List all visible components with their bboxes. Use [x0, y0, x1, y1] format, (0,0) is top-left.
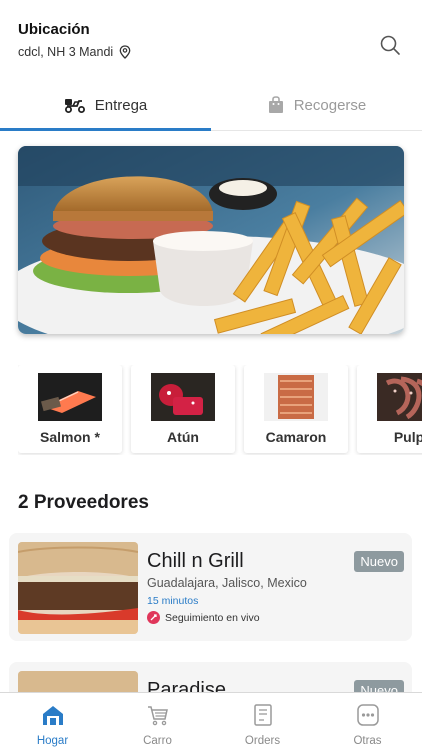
- shopping-bag-icon: [268, 96, 283, 113]
- providers-section-title: 2 Proveedores: [18, 492, 149, 513]
- category-label: Camaron: [265, 429, 327, 445]
- shrimp-thumbnail: [264, 373, 328, 421]
- tab-recogerse-label: Recogerse: [293, 96, 367, 114]
- location-address: cdcl, NH 3 Mandi: [18, 45, 114, 59]
- category-label: Salmon *: [40, 429, 100, 445]
- octopus-thumbnail: [377, 373, 422, 421]
- more-icon: [357, 704, 379, 726]
- home-icon: [43, 706, 63, 725]
- provider-address: Guadalajara, Jalisco, Mexico: [147, 576, 307, 590]
- tab-recogerse[interactable]: Recogerse: [211, 80, 422, 130]
- category-salmon[interactable]: Salmon *: [18, 365, 122, 453]
- live-tracking-label: Seguimiento en vivo: [165, 611, 260, 624]
- provider-card[interactable]: Chill n Grill Guadalajara, Jalisco, Mexi…: [9, 533, 412, 641]
- salmon-thumbnail: [38, 373, 102, 421]
- nav-hogar[interactable]: Hogar: [0, 693, 105, 750]
- nav-label: Orders: [244, 735, 281, 747]
- nav-label: Hogar: [36, 735, 69, 747]
- category-carousel[interactable]: Salmon * Atún Camaron Pulp: [18, 365, 422, 455]
- category-label: Pulp: [393, 429, 422, 445]
- promo-banner[interactable]: [18, 146, 404, 334]
- category-pulpo[interactable]: Pulp: [357, 365, 422, 453]
- location-title: Ubicación: [18, 21, 90, 38]
- bottom-navigation: Hogar Carro Orders Otras: [0, 692, 422, 750]
- burger-fries-image: [18, 146, 404, 334]
- tuna-thumbnail: [151, 373, 215, 421]
- tab-entrega[interactable]: Entrega: [0, 80, 211, 130]
- cart-icon: [148, 706, 168, 726]
- burger-thumbnail: [18, 542, 138, 634]
- nav-otras[interactable]: Otras: [315, 693, 420, 750]
- nav-carro[interactable]: Carro: [105, 693, 210, 750]
- category-camaron[interactable]: Camaron: [244, 365, 348, 453]
- delivery-mode-tabs: Entrega Recogerse: [0, 80, 422, 131]
- scooter-icon: [64, 99, 85, 113]
- live-tracking-icon: [147, 611, 160, 624]
- location-header: Ubicación cdcl, NH 3 Mandi: [0, 0, 422, 78]
- nav-label: Carro: [143, 735, 172, 747]
- provider-delivery-time: 15 minutos: [147, 595, 199, 607]
- location-selector[interactable]: cdcl, NH 3 Mandi: [18, 45, 131, 59]
- category-atun[interactable]: Atún: [131, 365, 235, 453]
- nav-orders[interactable]: Orders: [210, 693, 315, 750]
- provider-live-tracking: Seguimiento en vivo: [147, 611, 260, 624]
- search-icon[interactable]: [378, 33, 402, 57]
- provider-name: Chill n Grill: [147, 550, 244, 572]
- provider-image: [18, 542, 138, 634]
- new-badge: Nuevo: [354, 551, 404, 572]
- orders-icon: [254, 704, 272, 726]
- map-pin-icon: [119, 45, 131, 59]
- nav-label: Otras: [353, 735, 382, 747]
- active-tab-indicator: [0, 128, 211, 131]
- category-label: Atún: [167, 429, 199, 445]
- tab-entrega-label: Entrega: [94, 96, 148, 114]
